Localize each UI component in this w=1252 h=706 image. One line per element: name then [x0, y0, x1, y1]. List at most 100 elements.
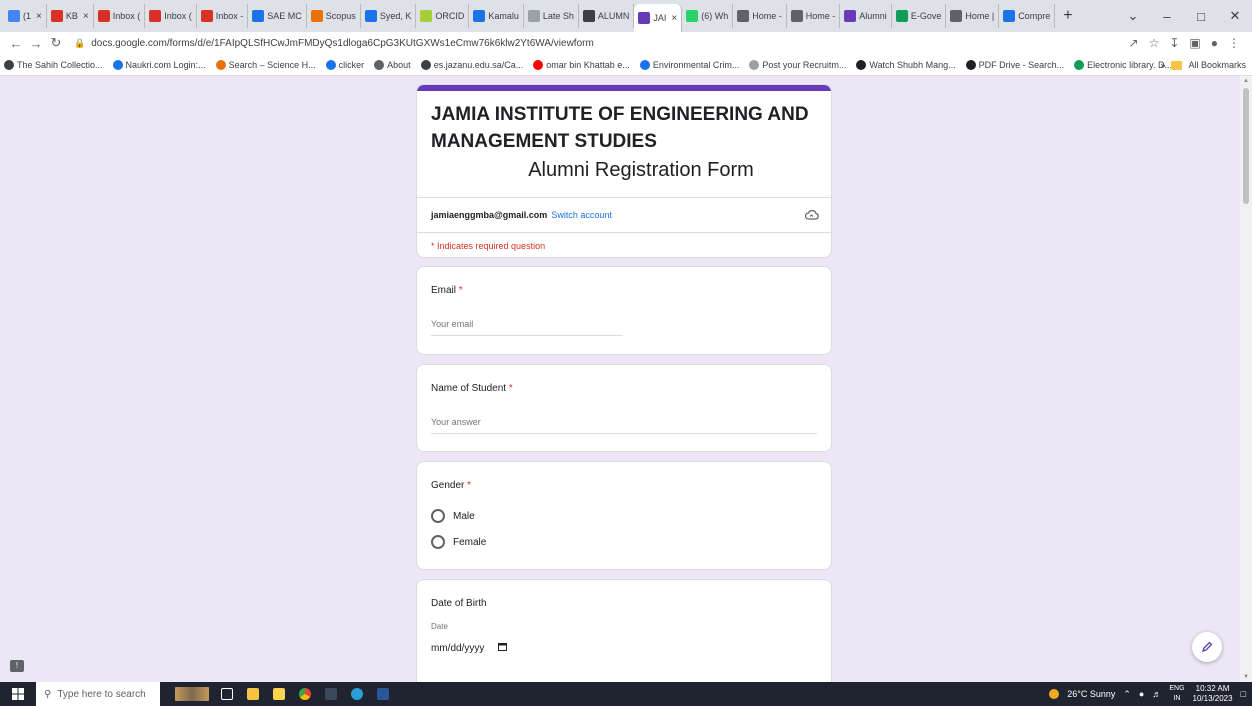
- page-scrollbar[interactable]: ▲ ▼: [1240, 76, 1252, 682]
- edit-fab-button[interactable]: [1192, 632, 1222, 662]
- sidepanel-icon[interactable]: ▣: [1189, 36, 1200, 50]
- volume-icon[interactable]: ♬: [1152, 689, 1161, 699]
- bookmark-item[interactable]: clicker: [325, 59, 364, 70]
- window-controls: ⌄ – □ ✕: [1116, 0, 1252, 32]
- tab-favicon-icon: [950, 10, 963, 22]
- all-bookmarks-button[interactable]: All Bookmarks: [1188, 60, 1246, 70]
- browser-tab[interactable]: E-Gove: [892, 4, 947, 28]
- city-widget-icon[interactable]: [172, 685, 212, 703]
- tab-favicon-icon: [895, 10, 908, 22]
- taskbar-search-placeholder: Type here to search: [57, 688, 146, 700]
- maximize-button[interactable]: □: [1184, 9, 1218, 24]
- browser-tab[interactable]: Kamalu: [469, 4, 524, 28]
- notification-icon[interactable]: □: [1241, 689, 1246, 699]
- menu-icon[interactable]: ⋮: [1228, 36, 1240, 50]
- chrome-icon[interactable]: [294, 685, 316, 703]
- browser-tab[interactable]: KB ×: [47, 4, 94, 28]
- radio-option-male[interactable]: Male: [431, 509, 475, 523]
- browser-tab[interactable]: (6) Wh: [682, 4, 734, 28]
- tab-favicon-icon: [686, 10, 699, 22]
- download-icon[interactable]: ↧: [1169, 36, 1179, 50]
- bookmark-item[interactable]: About: [374, 59, 411, 70]
- bookmark-item[interactable]: The Sahih Collectio...: [4, 59, 103, 70]
- radio-circle[interactable]: [431, 535, 445, 549]
- taskbar-clock[interactable]: 10:32 AM 10/13/2023: [1193, 684, 1233, 704]
- bookmark-star-icon[interactable]: ☆: [1149, 36, 1160, 50]
- browser-tab[interactable]: Alumni: [840, 4, 892, 28]
- browser-tab[interactable]: Inbox (: [94, 4, 146, 28]
- browser-tab[interactable]: Compre: [999, 4, 1056, 28]
- bookmark-favicon-icon: [325, 59, 336, 70]
- network-icon[interactable]: ●: [1139, 689, 1144, 699]
- language-indicator[interactable]: ENG IN: [1169, 684, 1184, 704]
- more-bookmarks-button[interactable]: »: [1160, 60, 1165, 70]
- app-icon[interactable]: [346, 685, 368, 703]
- profile-avatar[interactable]: ●: [1211, 36, 1218, 50]
- tab-search-icon[interactable]: ⌄: [1116, 8, 1150, 24]
- minimize-button[interactable]: –: [1150, 9, 1184, 24]
- taskbar-search-box[interactable]: ⚲ Type here to search: [36, 682, 160, 706]
- email-input[interactable]: Your email: [431, 319, 623, 336]
- browser-tab[interactable]: Inbox -: [197, 4, 249, 28]
- bookmark-label: About: [387, 59, 411, 70]
- browser-tab[interactable]: Late Sh: [524, 4, 579, 28]
- store-icon[interactable]: [268, 685, 290, 703]
- tab-label: ALUMN: [597, 11, 630, 21]
- browser-tab[interactable]: Scopus: [307, 4, 361, 28]
- browser-tab[interactable]: ALUMN: [579, 4, 635, 28]
- tab-close-icon[interactable]: ×: [83, 11, 89, 22]
- scroll-down-icon[interactable]: ▼: [1243, 674, 1249, 680]
- bookmark-favicon-icon: [112, 59, 123, 70]
- bookmark-item[interactable]: es.jazanu.edu.sa/Ca...: [420, 59, 523, 70]
- bookmark-item[interactable]: Watch Shubh Mang...: [856, 59, 956, 70]
- radio-circle[interactable]: [431, 509, 445, 523]
- url-field[interactable]: 🔒 docs.google.com/forms/d/e/1FAIpQLSfHCw…: [74, 38, 1129, 49]
- share-icon[interactable]: ↗: [1129, 36, 1139, 50]
- tab-close-icon[interactable]: ×: [671, 13, 677, 24]
- bookmark-favicon-icon: [856, 59, 867, 70]
- bookmark-item[interactable]: PDF Drive - Search...: [965, 59, 1064, 70]
- bookmark-item[interactable]: Post your Recruitm...: [749, 59, 846, 70]
- back-button[interactable]: ←: [6, 36, 26, 51]
- calendar-icon[interactable]: [498, 642, 508, 654]
- browser-tab[interactable]: Home -: [733, 4, 787, 28]
- browser-tab[interactable]: JAI ×: [634, 4, 683, 32]
- radio-option-female[interactable]: Female: [431, 535, 486, 549]
- calculator-icon[interactable]: [320, 685, 342, 703]
- scroll-up-icon[interactable]: ▲: [1243, 78, 1249, 84]
- tab-label: Inbox (: [112, 11, 141, 21]
- forward-button[interactable]: →: [26, 36, 46, 51]
- new-tab-button[interactable]: +: [1055, 7, 1080, 25]
- browser-tab[interactable]: SAE MC: [248, 4, 307, 28]
- bookmark-item[interactable]: Naukri.com Login:...: [112, 59, 206, 70]
- browser-tab[interactable]: Syed, K: [361, 4, 417, 28]
- feedback-icon[interactable]: !: [10, 660, 24, 672]
- close-window-button[interactable]: ✕: [1218, 8, 1252, 24]
- weather-text[interactable]: 26°C Sunny: [1067, 689, 1115, 699]
- bookmark-item[interactable]: Search – Science H...: [215, 59, 316, 70]
- bookmark-favicon-icon: [420, 59, 431, 70]
- reload-button[interactable]: ↻: [46, 35, 66, 51]
- browser-tab[interactable]: Home -: [787, 4, 841, 28]
- tray-chevron-icon[interactable]: ⌃: [1123, 689, 1131, 700]
- browser-tab[interactable]: Inbox (: [145, 4, 197, 28]
- tab-label: (6) Wh: [701, 11, 729, 21]
- date-input[interactable]: mm/dd/yyyy: [431, 642, 508, 654]
- browser-tab[interactable]: ORCID: [416, 4, 470, 28]
- browser-tab[interactable]: (1 ×: [4, 4, 47, 28]
- browser-tab[interactable]: Home |: [946, 4, 1000, 28]
- bookmark-favicon-icon: [374, 59, 385, 70]
- tab-close-icon[interactable]: ×: [36, 11, 42, 22]
- file-explorer-icon[interactable]: [242, 685, 264, 703]
- weather-icon: [1049, 689, 1060, 699]
- scrollbar-thumb[interactable]: [1243, 88, 1249, 204]
- switch-account-link[interactable]: Switch account: [551, 210, 612, 220]
- name-input[interactable]: Your answer: [431, 417, 817, 434]
- word-icon[interactable]: [372, 685, 394, 703]
- question-card-dob: Date of Birth Date mm/dd/yyyy: [416, 579, 832, 682]
- task-view-icon[interactable]: [216, 685, 238, 703]
- bookmark-item[interactable]: Electronic library. D...: [1074, 59, 1172, 70]
- windows-start-button[interactable]: [0, 688, 36, 700]
- bookmark-item[interactable]: Environmental Crim...: [639, 59, 739, 70]
- bookmark-item[interactable]: omar bin Khattab e...: [533, 59, 630, 70]
